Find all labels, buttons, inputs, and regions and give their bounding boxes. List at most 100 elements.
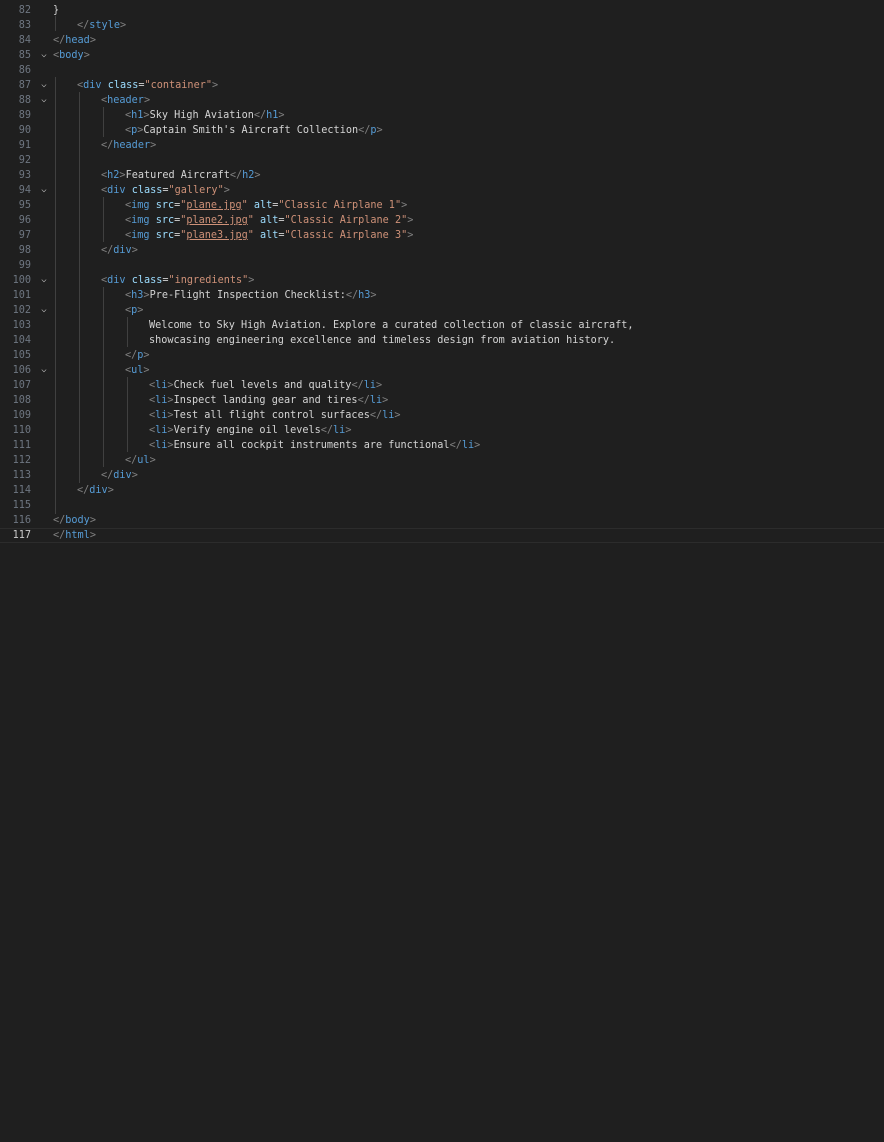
code-line[interactable]: 105 </p>	[0, 348, 884, 363]
code-line[interactable]: 95 <img src="plane.jpg" alt="Classic Airp…	[0, 198, 884, 213]
code-line[interactable]: 102 ⌵ <p>	[0, 303, 884, 318]
line-number: 82	[18, 5, 31, 16]
line-number: 97	[18, 230, 31, 241]
code-line[interactable]: 90 <p>Captain Smith's Aircraft Collection…	[0, 123, 884, 138]
code-line[interactable]: 100 ⌵ <div class="ingredients">	[0, 273, 884, 288]
line-number: 102	[12, 305, 31, 316]
code-line[interactable]: 113 </div>	[0, 468, 884, 483]
line-number: 114	[12, 485, 31, 496]
line-number: 100	[12, 275, 31, 286]
line-code: </div>	[77, 485, 114, 496]
line-code: </header>	[101, 140, 157, 151]
code-line[interactable]: 96 <img src="plane2.jpg" alt="Classic Air…	[0, 213, 884, 228]
code-line[interactable]: 108 <li>Inspect landing gear and tires</l…	[0, 393, 884, 408]
line-code: <h3>Pre-Flight Inspection Checklist:</h3…	[125, 290, 377, 301]
line-code: <p>Captain Smith's Aircraft Collection</…	[125, 125, 383, 136]
code-line[interactable]: 94 ⌵ <div class="gallery">	[0, 183, 884, 198]
code-line[interactable]: 85 ⌵ <body>	[0, 48, 884, 63]
line-code: <li>Check fuel levels and quality</li>	[149, 380, 383, 391]
chevron-down-icon[interactable]: ⌵	[39, 303, 49, 318]
code-line[interactable]: 88 ⌵ <header>	[0, 93, 884, 108]
line-number: 96	[18, 215, 31, 226]
code-line[interactable]: 107 <li>Check fuel levels and quality</li…	[0, 378, 884, 393]
code-line[interactable]: 101 <h3>Pre-Flight Inspection Checklist:<…	[0, 288, 884, 303]
line-number: 85	[18, 50, 31, 61]
line-code: <ul>	[125, 365, 150, 376]
line-number: 116	[12, 515, 31, 526]
line-number: 94	[18, 185, 31, 196]
line-number: 112	[12, 455, 31, 466]
line-number: 113	[12, 470, 31, 481]
line-code: <div class="ingredients">	[101, 275, 255, 286]
code-line[interactable]: 103 Welcome to Sky High Aviation. Explore…	[0, 318, 884, 333]
line-code: <header>	[101, 95, 151, 106]
chevron-down-icon[interactable]: ⌵	[39, 48, 49, 63]
code-line[interactable]: 98 </div>	[0, 243, 884, 258]
code-line[interactable]: 87 ⌵ <div class="container">	[0, 78, 884, 93]
code-line[interactable]: 89 <h1>Sky High Aviation</h1>	[0, 108, 884, 123]
line-code: }	[53, 5, 60, 16]
line-number: 108	[12, 395, 31, 406]
line-number: 110	[12, 425, 31, 436]
line-code: <body>	[53, 50, 90, 61]
line-number: 101	[12, 290, 31, 301]
line-code: </p>	[125, 350, 150, 361]
code-line[interactable]: 114 </div>	[0, 483, 884, 498]
line-number: 83	[18, 20, 31, 31]
code-line[interactable]: 112 </ul>	[0, 453, 884, 468]
line-number: 84	[18, 35, 31, 46]
code-line[interactable]: 111 <li>Ensure all cockpit instruments ar…	[0, 438, 884, 453]
code-line[interactable]: 106 ⌵ <ul>	[0, 363, 884, 378]
code-line[interactable]: 110 <li>Verify engine oil levels</li>	[0, 423, 884, 438]
line-number: 115	[12, 500, 31, 511]
code-line[interactable]: 92	[0, 153, 884, 168]
code-line[interactable]: 116 </body>	[0, 513, 884, 528]
line-code: <h2>Featured Aircraft</h2>	[101, 170, 261, 181]
line-number: 86	[18, 65, 31, 76]
line-code: </div>	[101, 470, 138, 481]
chevron-down-icon[interactable]: ⌵	[39, 183, 49, 198]
line-code: <p>	[125, 305, 144, 316]
line-number: 87	[18, 80, 31, 91]
line-number: 98	[18, 245, 31, 256]
code-line[interactable]: 109 <li>Test all flight control surfaces<…	[0, 408, 884, 423]
line-number: 90	[18, 125, 31, 136]
line-code: </ul>	[125, 455, 156, 466]
chevron-down-icon[interactable]: ⌵	[39, 93, 49, 108]
line-code: </body>	[53, 515, 96, 526]
code-line[interactable]: 104 showcasing engineering excellence and…	[0, 333, 884, 348]
code-line[interactable]: 93 <h2>Featured Aircraft</h2>	[0, 168, 884, 183]
line-number: 117	[12, 530, 31, 541]
chevron-down-icon[interactable]: ⌵	[39, 78, 49, 93]
line-code: <div class="gallery">	[101, 185, 230, 196]
line-code: <li>Verify engine oil levels</li>	[149, 425, 352, 436]
code-editor[interactable]: 82} 83 </style> 84 </head> 85 ⌵ <body> 86 87…	[0, 0, 884, 1142]
line-code: <h1>Sky High Aviation</h1>	[125, 110, 285, 121]
line-number: 104	[12, 335, 31, 346]
line-code: </head>	[53, 35, 96, 46]
line-number: 107	[12, 380, 31, 391]
line-number: 103	[12, 320, 31, 331]
line-number: 89	[18, 110, 31, 121]
chevron-down-icon[interactable]: ⌵	[39, 363, 49, 378]
code-line[interactable]: 86	[0, 63, 884, 78]
line-number: 111	[12, 440, 31, 451]
line-code: </html>	[53, 530, 96, 541]
line-code: <img src="plane2.jpg" alt="Classic Airpl…	[125, 215, 414, 226]
code-line[interactable]: 84 </head>	[0, 33, 884, 48]
code-line[interactable]: 82}	[0, 3, 884, 18]
line-code: </div>	[101, 245, 138, 256]
code-line[interactable]: 91 </header>	[0, 138, 884, 153]
line-code: <img src="plane.jpg" alt="Classic Airpla…	[125, 200, 408, 211]
line-code: Welcome to Sky High Aviation. Explore a …	[149, 320, 634, 331]
code-line[interactable]: 97 <img src="plane3.jpg" alt="Classic Air…	[0, 228, 884, 243]
line-code: <div class="container">	[77, 80, 219, 91]
chevron-down-icon[interactable]: ⌵	[39, 273, 49, 288]
code-line[interactable]: 83 </style>	[0, 18, 884, 33]
code-line[interactable]: 99	[0, 258, 884, 273]
code-line[interactable]: 115	[0, 498, 884, 513]
line-code: <li>Ensure all cockpit instruments are f…	[149, 440, 481, 451]
line-number: 93	[18, 170, 31, 181]
line-number: 106	[12, 365, 31, 376]
code-line-current[interactable]: 117 </html>	[0, 528, 884, 543]
